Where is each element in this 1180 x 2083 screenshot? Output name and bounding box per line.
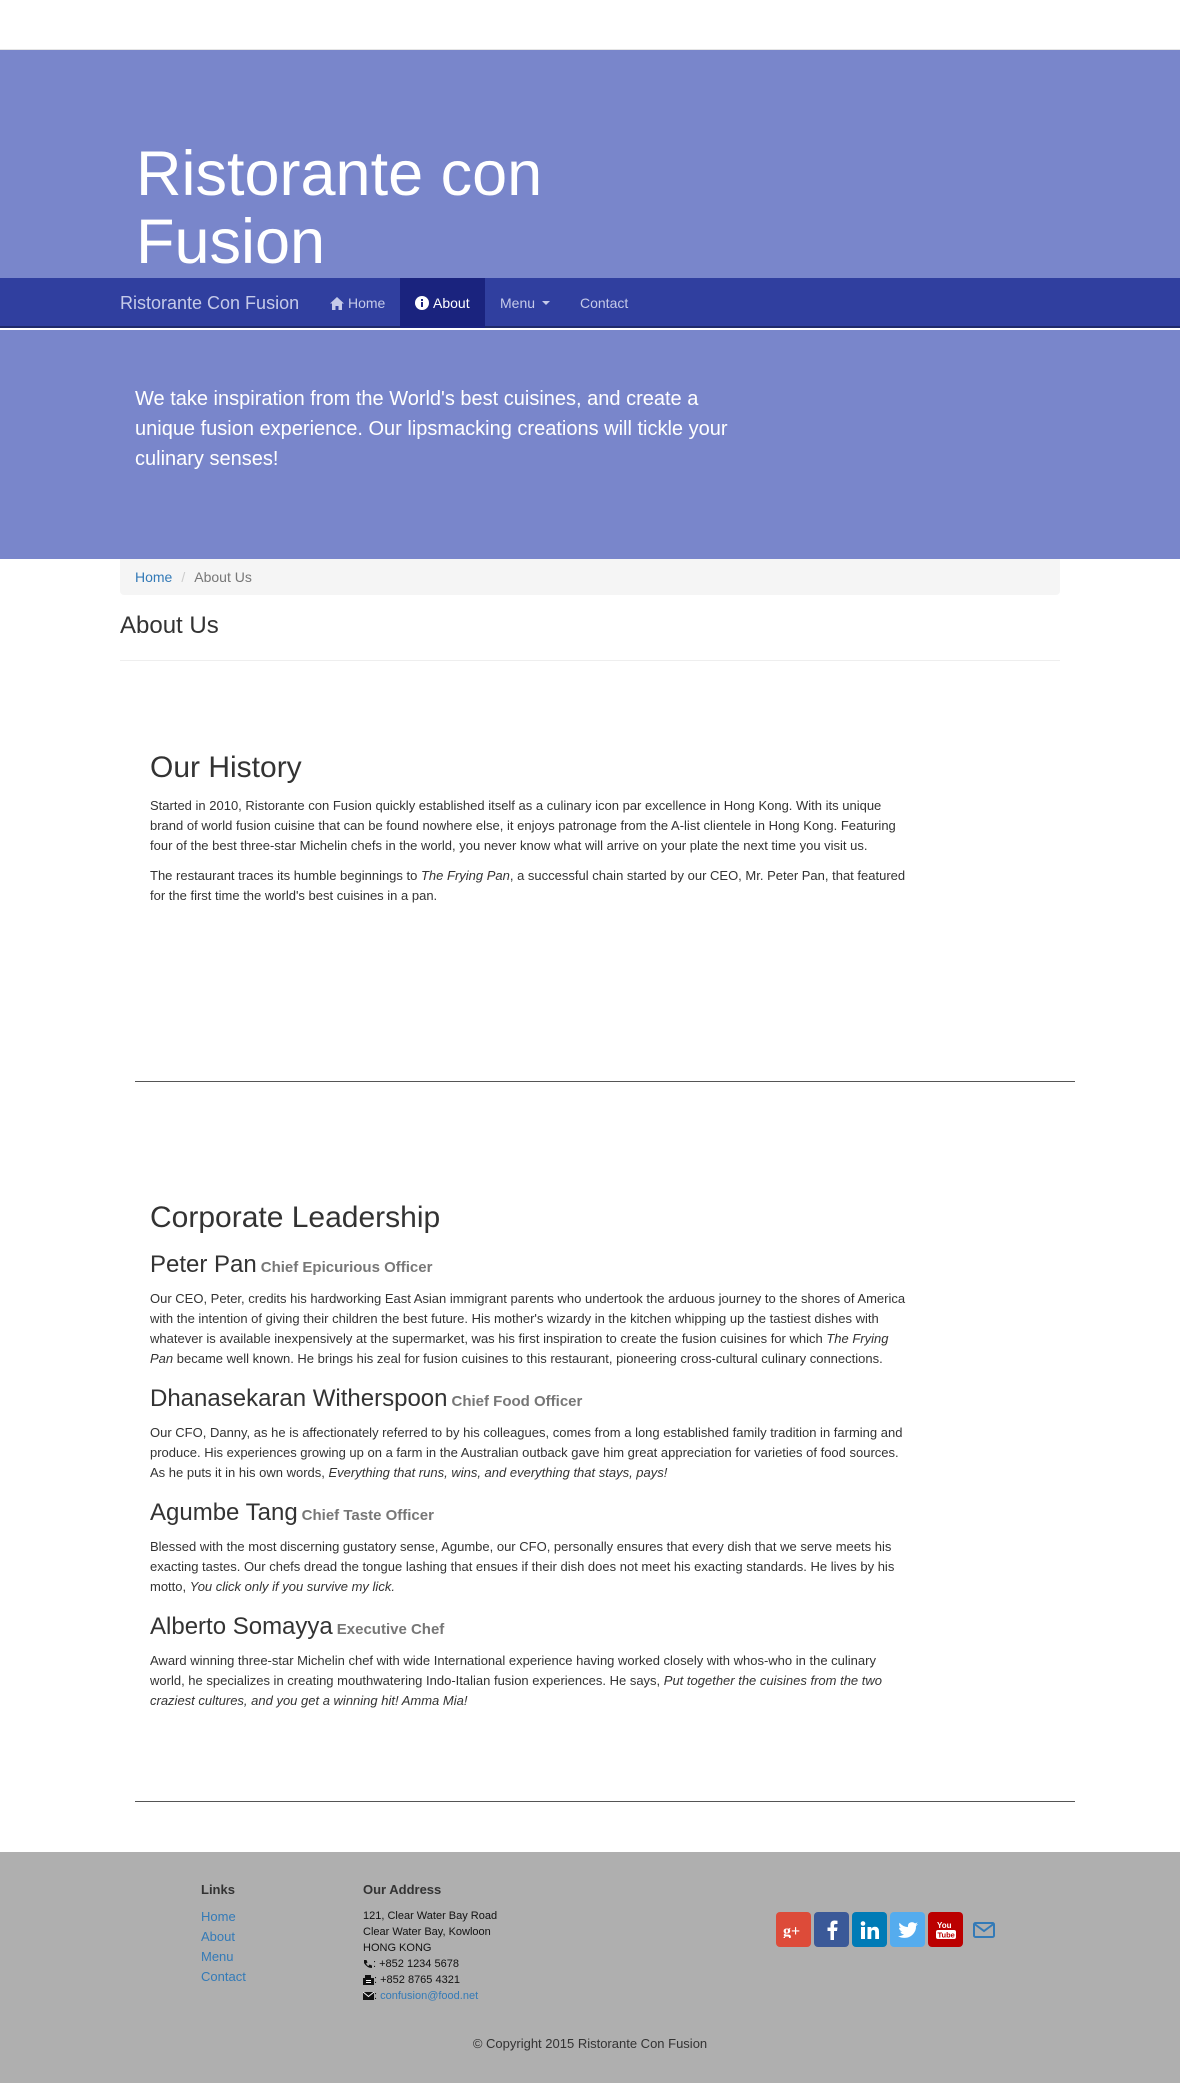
- leader-heading: Alberto Somayya Executive Chef: [150, 1613, 910, 1641]
- info-icon: [415, 296, 429, 310]
- breadcrumb-home-link[interactable]: Home: [135, 569, 172, 585]
- leader-name: Agumbe Tang: [150, 1499, 298, 1526]
- address-line: 121, Clear Water Bay Road: [363, 1910, 498, 1922]
- address-line: Clear Water Bay, Kowloon: [363, 1926, 491, 1938]
- nav-menu-label: Menu: [500, 295, 536, 311]
- top-blank-bar: [0, 0, 1180, 50]
- history-section: Our History Started in 2010, Ristorante …: [150, 751, 910, 906]
- nav-home-label: Home: [348, 295, 386, 311]
- page-title-divider: [120, 660, 1060, 661]
- nav-item-about[interactable]: About: [400, 278, 485, 328]
- leader-card: Dhanasekaran Witherspoon Chief Food Offic…: [150, 1385, 910, 1483]
- leader-name: Peter Pan: [150, 1251, 257, 1278]
- envelope-icon: [972, 1921, 995, 1938]
- leader-heading: Peter Pan Chief Epicurious Officer: [150, 1251, 910, 1279]
- history-paragraph-1: Started in 2010, Ristorante con Fusion q…: [150, 798, 896, 853]
- footer-email-link[interactable]: confusion@food.net: [380, 1990, 478, 2002]
- footer: Links Home About Menu Contact Our Addres…: [0, 1852, 1180, 2083]
- leader-card: Agumbe Tang Chief Taste Officer Blessed w…: [150, 1499, 910, 1597]
- leader-heading: Agumbe Tang Chief Taste Officer: [150, 1499, 910, 1527]
- leader-card: Alberto Somayya Executive Chef Award winn…: [150, 1613, 910, 1711]
- leader-role: Executive Chef: [336, 1621, 445, 1638]
- history-paragraph-2: The restaurant traces its humble beginni…: [150, 868, 906, 903]
- footer-link-menu[interactable]: Menu: [201, 1949, 234, 1964]
- leadership-heading: Corporate Leadership: [150, 1201, 441, 1234]
- hero-tagline: We take inspiration from the World's bes…: [135, 388, 728, 470]
- address-line: HONG KONG: [363, 1942, 432, 1954]
- leader-bio: Our CEO, Peter, credits his hardworking …: [150, 1291, 906, 1366]
- footer-link-home[interactable]: Home: [201, 1909, 236, 1924]
- home-icon: [330, 296, 344, 310]
- leader-name: Dhanasekaran Witherspoon: [150, 1385, 448, 1412]
- footer-address: 121, Clear Water Bay Road Clear Water Ba…: [363, 1908, 497, 2004]
- social-buttons: g+ You Tube: [776, 1912, 1001, 1947]
- fax-line: : +852 8765 4321: [363, 1972, 497, 1988]
- footer-address-heading: Our Address: [363, 1882, 442, 1897]
- fax-icon: [363, 1975, 374, 1986]
- history-heading: Our History: [150, 751, 302, 784]
- twitter-icon: [897, 1921, 918, 1938]
- linkedin-icon: [860, 1920, 879, 1939]
- linkedin-button[interactable]: [852, 1912, 887, 1947]
- breadcrumb: Home / About Us: [120, 559, 1060, 595]
- svg-text:You: You: [937, 1921, 952, 1930]
- email-button[interactable]: [966, 1912, 1001, 1947]
- leader-role: Chief Food Officer: [451, 1393, 583, 1410]
- youtube-icon: You Tube: [935, 1921, 956, 1939]
- phone-line: : +852 1234 5678: [363, 1956, 497, 1972]
- leader-card: Peter Pan Chief Epicurious Officer Our CE…: [150, 1251, 910, 1369]
- twitter-button[interactable]: [890, 1912, 925, 1947]
- phone-icon: [364, 1960, 372, 1969]
- breadcrumb-current: About Us: [194, 569, 252, 585]
- navbar-brand[interactable]: Ristorante Con Fusion: [120, 278, 299, 328]
- nav-contact-label: Contact: [580, 295, 629, 311]
- youtube-button[interactable]: You Tube: [928, 1912, 963, 1947]
- envelope-icon: [363, 1992, 374, 2001]
- footer-link-contact[interactable]: Contact: [201, 1969, 246, 1984]
- leadership-section: Corporate Leadership Peter Pan Chief Epic…: [150, 1201, 910, 1711]
- svg-text:g+: g+: [783, 1923, 800, 1938]
- svg-text:Tube: Tube: [937, 1930, 954, 1939]
- leader-bio: Award winning three-star Michelin chef w…: [150, 1653, 883, 1708]
- leader-bio: Blessed with the most discerning gustato…: [150, 1539, 895, 1594]
- nav-item-home[interactable]: Home: [315, 278, 400, 328]
- footer-links-heading: Links: [201, 1882, 235, 1897]
- email-line: : confusion@food.net: [363, 1988, 497, 2004]
- page-title: About Us: [120, 612, 219, 639]
- footer-link-about[interactable]: About: [201, 1929, 235, 1944]
- leader-name: Alberto Somayya: [150, 1613, 333, 1640]
- jumbotron-top: Ristorante con Fusion: [0, 50, 1180, 279]
- section-divider-1: [135, 1081, 1075, 1082]
- breadcrumb-separator: /: [181, 569, 186, 585]
- leader-role: Chief Epicurious Officer: [260, 1259, 433, 1276]
- nav-item-contact[interactable]: Contact: [565, 278, 643, 328]
- leader-role: Chief Taste Officer: [301, 1507, 434, 1524]
- google-plus-icon: g+: [783, 1923, 800, 1938]
- google-plus-button[interactable]: g+: [776, 1912, 811, 1947]
- caret-down-icon: [542, 301, 551, 305]
- facebook-button[interactable]: [814, 1912, 849, 1947]
- copyright: © Copyright 2015 Ristorante Con Fusion: [472, 2036, 708, 2051]
- leader-bio: Our CFO, Danny, as he is affectionately …: [150, 1425, 903, 1480]
- jumbotron-bottom: We take inspiration from the World's bes…: [0, 330, 1180, 559]
- nav-item-menu-dropdown[interactable]: Menu: [485, 278, 565, 328]
- section-divider-2: [135, 1801, 1075, 1802]
- navbar: Ristorante Con Fusion Home About Menu Co…: [0, 278, 1180, 328]
- facebook-icon: [827, 1920, 837, 1940]
- nav-about-label: About: [433, 295, 470, 311]
- hero-title: Ristorante con Fusion: [136, 139, 543, 277]
- leader-heading: Dhanasekaran Witherspoon Chief Food Offic…: [150, 1385, 910, 1413]
